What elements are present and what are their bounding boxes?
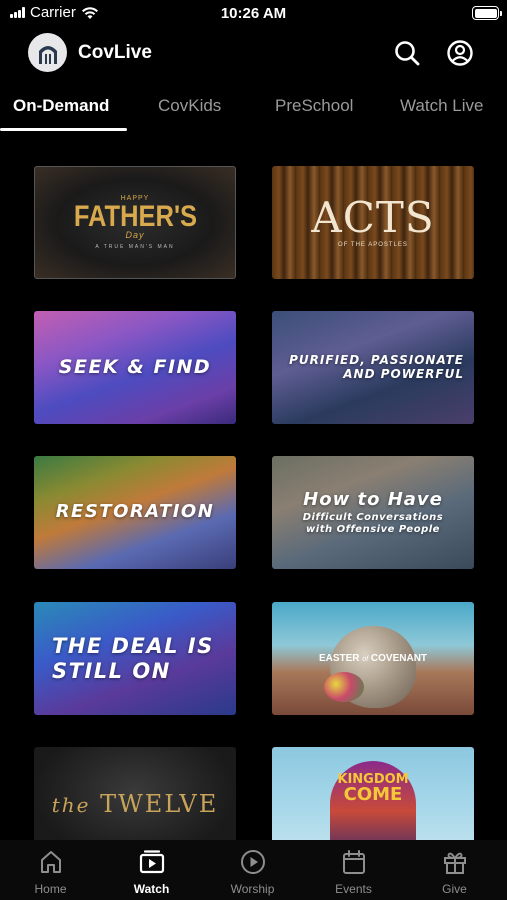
active-tab-indicator bbox=[0, 128, 127, 131]
app-title: CovLive bbox=[78, 42, 152, 63]
kingdom-title: KINGDOM COME bbox=[337, 773, 408, 804]
gift-icon bbox=[443, 852, 466, 874]
card-title: EASTER bbox=[318, 653, 360, 664]
profile-icon[interactable] bbox=[446, 39, 474, 67]
church-logo-icon[interactable] bbox=[28, 33, 67, 72]
status-time: 10:26 AM bbox=[220, 5, 287, 22]
acts-artwork: ACTS OF THE APOSTLES bbox=[311, 193, 435, 249]
series-card-easter-covenant[interactable]: EASTER of COVENANT bbox=[272, 602, 474, 715]
nav-watch[interactable]: Watch bbox=[101, 848, 202, 896]
card-subtitle: OF THE APOSTLES bbox=[338, 242, 408, 248]
content-tabs: On-Demand CovKids PreSchool Watch Live bbox=[0, 92, 507, 134]
twelve-title: the TWELVE bbox=[52, 790, 219, 818]
app-header: CovLive bbox=[0, 32, 507, 74]
card-title: ACTS bbox=[311, 193, 435, 242]
card-title: FATHER'S bbox=[73, 200, 197, 233]
flowers-artwork bbox=[324, 672, 364, 702]
nav-label: Watch bbox=[133, 882, 170, 896]
nav-label: Home bbox=[34, 882, 67, 896]
card-title: THE DEAL IS STILL ON bbox=[52, 634, 214, 683]
nav-home[interactable]: Home bbox=[0, 848, 101, 896]
series-card-fathers-day[interactable]: HAPPY FATHER'S Day A TRUE MAN'S MAN bbox=[34, 166, 236, 279]
home-icon bbox=[40, 851, 61, 873]
series-card-restoration[interactable]: RESTORATION bbox=[34, 456, 236, 569]
card-title: RESTORATION bbox=[55, 501, 215, 523]
bottom-nav: Home Watch Worship Events Give bbox=[0, 840, 507, 900]
series-card-purified[interactable]: PURIFIED, PASSIONATE AND POWERFUL bbox=[272, 311, 474, 424]
series-card-the-twelve[interactable]: the TWELVE bbox=[34, 747, 236, 840]
card-title: TWELVE bbox=[100, 789, 219, 818]
watch-icon bbox=[139, 850, 164, 874]
tab-on-demand[interactable]: On-Demand bbox=[13, 96, 109, 116]
tab-covkids[interactable]: CovKids bbox=[158, 96, 221, 116]
fathers-day-artwork: HAPPY FATHER'S Day A TRUE MAN'S MAN bbox=[63, 195, 208, 250]
status-bar: Carrier 10:26 AM bbox=[0, 0, 507, 30]
nav-events[interactable]: Events bbox=[303, 848, 404, 896]
series-card-how-to-have[interactable]: How to Have Difficult Conversations with… bbox=[272, 456, 474, 569]
card-title-2: COVENANT bbox=[370, 653, 428, 664]
card-title: How to Have bbox=[303, 488, 443, 510]
card-title: SEEK & FIND bbox=[58, 355, 212, 378]
card-tagline: A TRUE MAN'S MAN bbox=[95, 244, 175, 250]
series-card-the-deal[interactable]: THE DEAL IS STILL ON bbox=[34, 602, 236, 715]
card-subtitle: Difficult Conversations with Offensive P… bbox=[302, 512, 444, 535]
nav-label: Worship bbox=[230, 882, 275, 896]
play-circle-icon bbox=[240, 850, 265, 874]
how-to-have-artwork: How to Have Difficult Conversations with… bbox=[272, 488, 474, 536]
nav-label: Give bbox=[442, 882, 467, 896]
series-grid: HAPPY FATHER'S Day A TRUE MAN'S MAN ACTS… bbox=[0, 166, 507, 840]
series-card-kingdom-come[interactable]: KINGDOM COME bbox=[272, 747, 474, 840]
tab-watch-live[interactable]: Watch Live bbox=[400, 96, 483, 116]
series-card-seek-and-find[interactable]: SEEK & FIND bbox=[34, 311, 236, 424]
nav-worship[interactable]: Worship bbox=[202, 848, 303, 896]
card-connector: of bbox=[362, 656, 369, 663]
card-title: PURIFIED, PASSIONATE AND POWERFUL bbox=[289, 352, 464, 381]
series-card-acts[interactable]: ACTS OF THE APOSTLES bbox=[272, 166, 474, 279]
battery-icon bbox=[472, 6, 502, 20]
tab-preschool[interactable]: PreSchool bbox=[275, 96, 353, 116]
nav-give[interactable]: Give bbox=[404, 848, 505, 896]
search-icon[interactable] bbox=[393, 39, 421, 67]
easter-title: EASTER of COVENANT bbox=[319, 653, 427, 664]
card-prefix: the bbox=[51, 792, 91, 817]
card-title-2: COME bbox=[343, 784, 403, 805]
nav-label: Events bbox=[335, 882, 372, 896]
calendar-icon bbox=[342, 850, 365, 874]
